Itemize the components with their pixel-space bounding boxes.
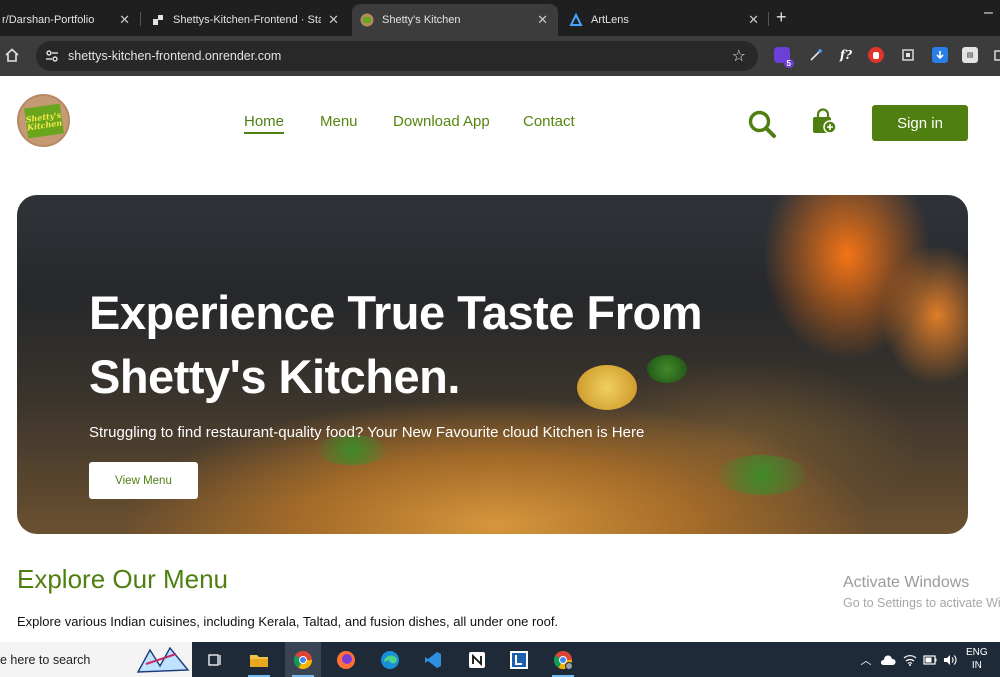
hero-banner: Experience True Taste From Shetty's Kitc… <box>17 195 968 534</box>
edge-icon[interactable] <box>372 642 408 677</box>
shopping-bag-icon[interactable] <box>810 108 838 141</box>
linear-app-icon[interactable] <box>501 642 537 677</box>
volume-icon[interactable] <box>941 642 959 677</box>
search-highlight-icon <box>136 644 190 677</box>
new-tab-icon[interactable]: + <box>776 8 787 26</box>
tab-artlens[interactable]: ArtLens ✕ <box>561 4 769 36</box>
chrome-icon[interactable] <box>285 642 321 677</box>
extension-icon[interactable]: 5 <box>774 47 794 68</box>
tab-shettys-kitchen[interactable]: Shetty's Kitchen ✕ <box>352 4 558 36</box>
download-extension-icon[interactable] <box>932 47 948 63</box>
close-icon[interactable]: ✕ <box>119 12 130 28</box>
explore-menu-heading: Explore Our Menu <box>17 564 228 594</box>
extension-badge: 5 <box>783 59 794 68</box>
nav-menu[interactable]: Menu <box>320 113 358 130</box>
address-bar[interactable]: shettys-kitchen-frontend.onrender.com ☆ <box>36 41 758 71</box>
shettys-kitchen-favicon-icon <box>360 13 374 27</box>
nav-contact[interactable]: Contact <box>523 113 575 130</box>
tab-separator <box>768 12 769 26</box>
chrome-profile-icon[interactable] <box>545 642 581 677</box>
bookmark-star-icon[interactable]: ☆ <box>732 46 746 66</box>
eyedropper-extension-icon[interactable] <box>808 47 824 63</box>
search-icon[interactable] <box>747 109 777 144</box>
render-favicon-icon <box>151 13 165 27</box>
site-logo[interactable]: Shetty's Kitchen <box>17 94 70 147</box>
nav-home[interactable]: Home <box>244 113 285 134</box>
notion-icon[interactable] <box>459 642 495 677</box>
url-text: shettys-kitchen-frontend.onrender.com <box>68 49 282 63</box>
minimize-icon[interactable]: – <box>984 4 993 22</box>
onedrive-icon[interactable] <box>878 642 898 677</box>
puzzle-extension-icon[interactable] <box>900 47 916 63</box>
close-icon[interactable]: ✕ <box>748 12 759 28</box>
hero-title: Experience True Taste From Shetty's Kitc… <box>89 281 789 409</box>
file-explorer-icon[interactable] <box>241 642 277 677</box>
activate-windows-subtitle: Go to Settings to activate Windows. <box>843 596 1000 610</box>
tab-title: Shettys-Kitchen-Frontend · Stat <box>173 14 321 26</box>
tab-title: ArtLens <box>591 14 629 26</box>
close-icon[interactable]: ✕ <box>328 12 339 28</box>
tab-title: r/Darshan-Portfolio <box>2 14 95 26</box>
language-region: IN <box>971 660 982 671</box>
tab-title: Shetty's Kitchen <box>382 14 461 26</box>
artlens-favicon-icon <box>569 13 583 27</box>
tab-darshan-portfolio[interactable]: r/Darshan-Portfolio ✕ <box>0 4 140 36</box>
browser-toolbar: shettys-kitchen-frontend.onrender.com ☆ … <box>0 36 1000 76</box>
sign-in-button[interactable]: Sign in <box>872 105 968 141</box>
activate-windows-title: Activate Windows <box>843 574 970 591</box>
site-info-icon[interactable] <box>44 48 60 69</box>
hero-title-line-1: Experience True Taste From <box>89 286 703 339</box>
hero-subtitle: Struggling to find restaurant-quality fo… <box>89 424 645 441</box>
webpage: Shetty's Kitchen Home Menu Download App … <box>0 76 1000 642</box>
vscode-icon[interactable] <box>415 642 451 677</box>
view-menu-button[interactable]: View Menu <box>89 462 198 499</box>
windows-taskbar: e here to search ︿ ENG IN <box>0 642 1000 677</box>
home-icon[interactable] <box>4 47 20 68</box>
tray-expand-icon[interactable]: ︿ <box>858 642 874 677</box>
wifi-icon[interactable] <box>901 642 919 677</box>
hero-herb-decoration <box>717 455 807 495</box>
logo-text: Shetty's Kitchen <box>23 103 64 138</box>
adblock-extension-icon[interactable] <box>868 47 884 63</box>
browser-tab-strip: r/Darshan-Portfolio ✕ Shettys-Kitchen-Fr… <box>0 0 1000 36</box>
language-code: ENG <box>966 647 988 658</box>
task-view-icon[interactable] <box>197 642 233 677</box>
firefox-icon[interactable] <box>328 642 364 677</box>
nav-download-app[interactable]: Download App <box>393 113 490 130</box>
hero-title-line-2: Shetty's Kitchen. <box>89 350 460 403</box>
taskbar-search-placeholder: e here to search <box>0 653 91 667</box>
font-extension-icon[interactable]: f? <box>838 47 854 63</box>
explore-menu-description: Explore various Indian cuisines, includi… <box>17 614 559 629</box>
page-extension-icon[interactable]: ▤ <box>962 47 978 63</box>
extensions-puzzle-icon[interactable] <box>992 47 1000 63</box>
taskbar-search-box[interactable]: e here to search <box>0 642 192 677</box>
battery-icon[interactable] <box>921 642 939 677</box>
tab-shettys-kitchen-frontend[interactable]: Shettys-Kitchen-Frontend · Stat ✕ <box>141 4 349 36</box>
language-indicator[interactable]: ENG IN <box>966 646 988 672</box>
close-icon[interactable]: ✕ <box>537 12 548 28</box>
